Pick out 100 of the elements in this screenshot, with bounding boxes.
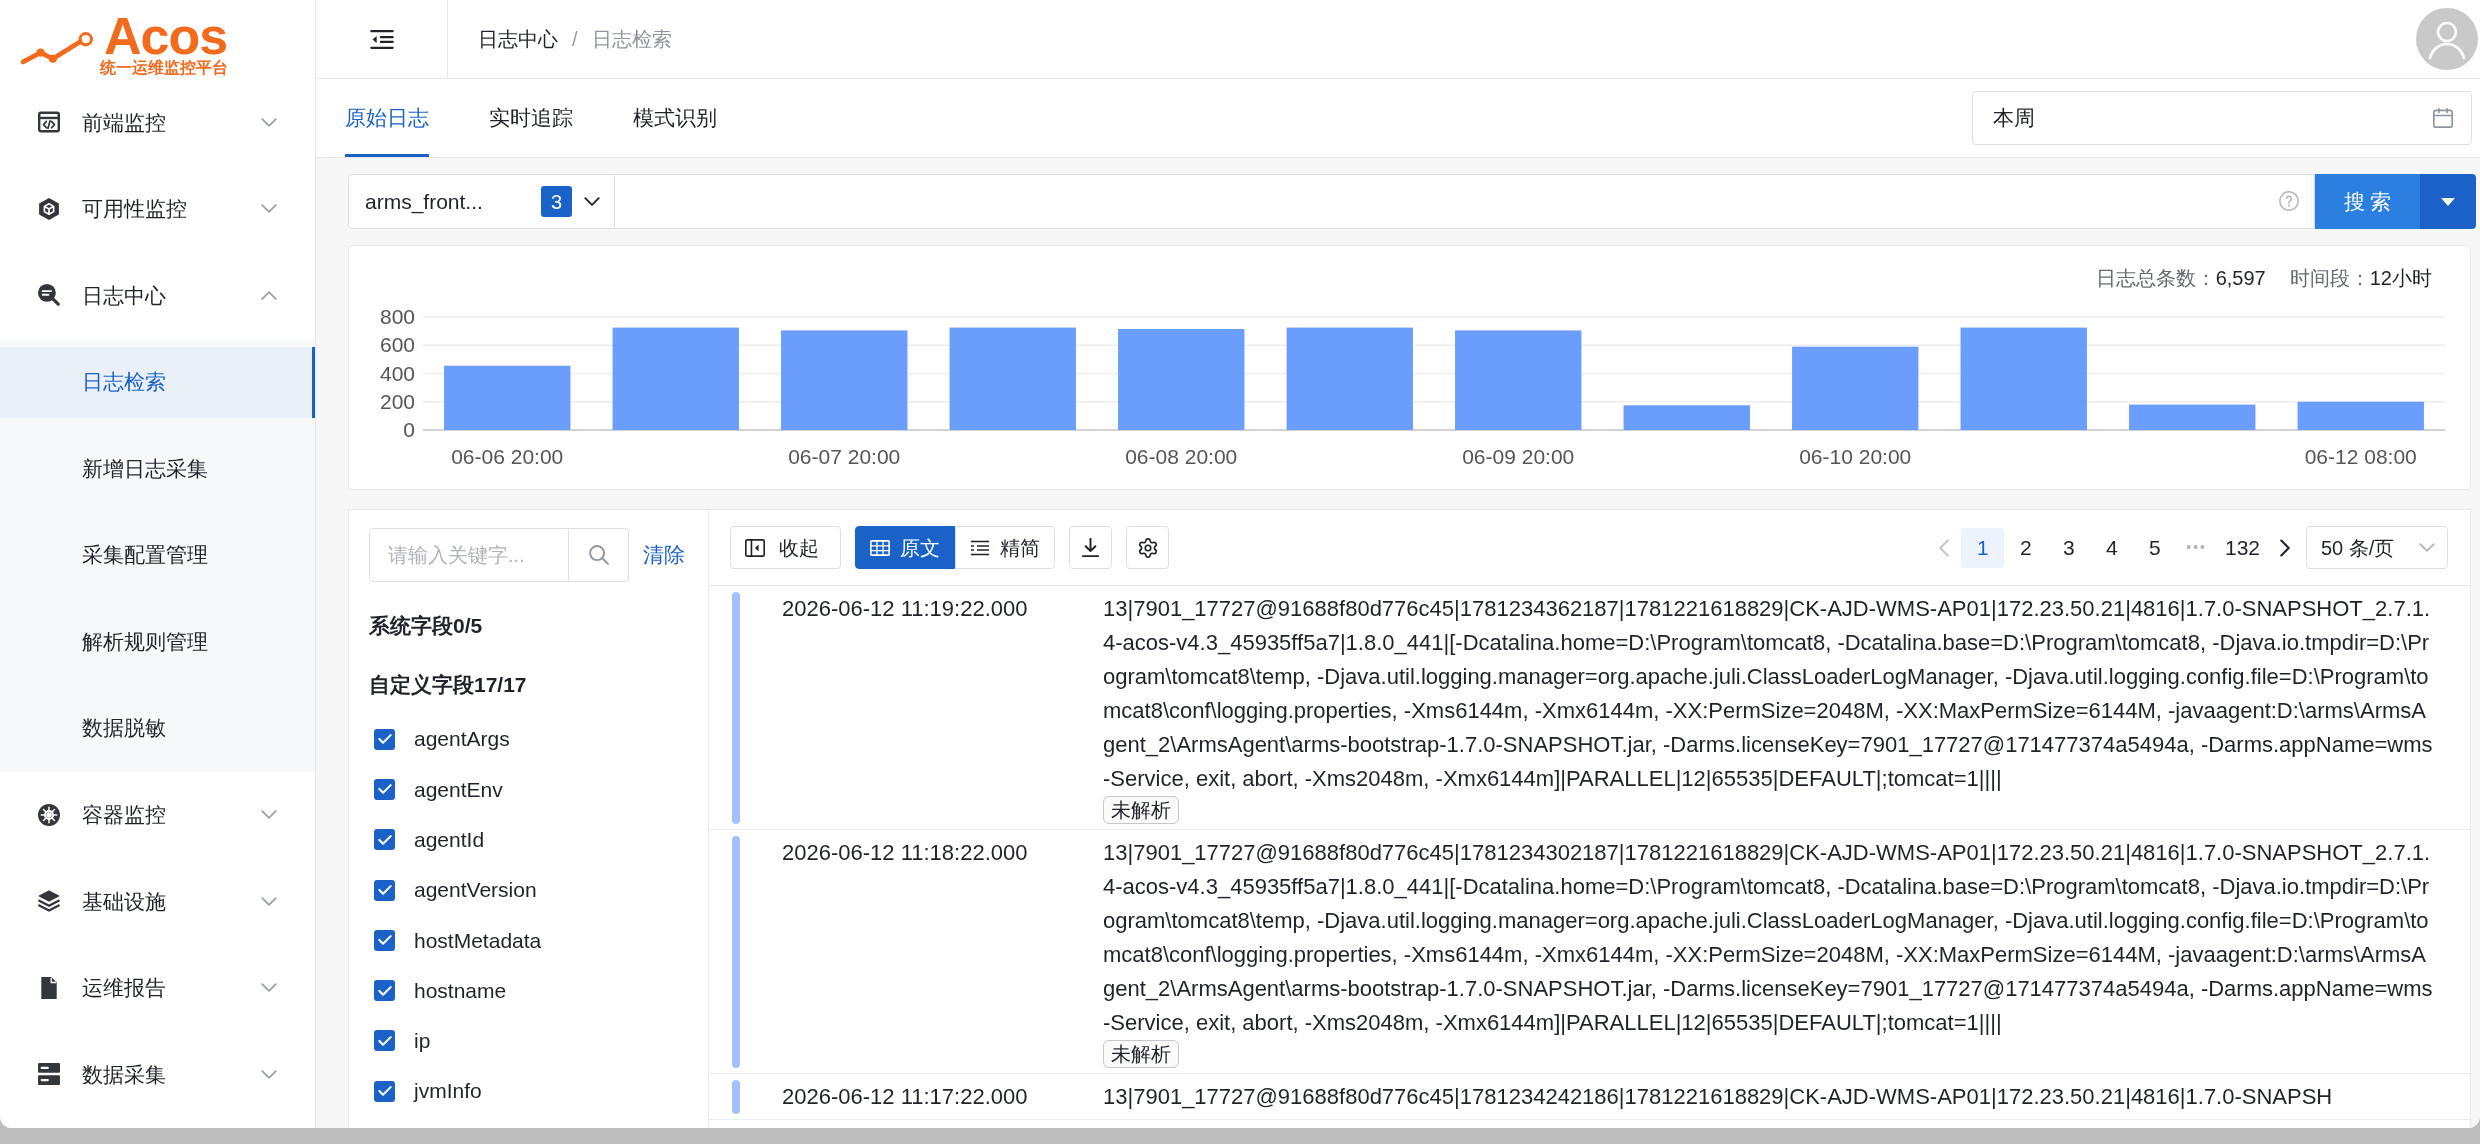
submenu-item[interactable]: 数据脱敏 <box>0 692 315 764</box>
submenu-item[interactable]: 采集配置管理 <box>0 519 315 591</box>
layers-icon <box>38 890 60 913</box>
x-axis-label: 06-07 20:00 <box>788 445 901 468</box>
field-search-input[interactable]: 请输入关键字... <box>369 528 569 582</box>
check-icon <box>377 935 392 946</box>
submenu-item[interactable]: 解析规则管理 <box>0 606 315 677</box>
count-badge: 3 <box>541 186 572 217</box>
breadcrumb-link[interactable]: 日志中心 <box>478 24 558 54</box>
sidebar-item[interactable]: 运维报告 <box>0 944 315 1031</box>
parse-status-tag: 未解析 <box>1103 796 1179 824</box>
y-axis-label: 400 <box>379 361 415 385</box>
page-button[interactable]: 2 <box>2004 527 2048 568</box>
tab[interactable]: 模式识别 <box>633 79 717 157</box>
check-icon <box>377 834 392 845</box>
breadcrumb-separator: / <box>572 27 578 52</box>
collapse-button[interactable]: 收起 <box>730 526 841 569</box>
check-icon <box>377 784 392 795</box>
search-button[interactable]: 搜 索 <box>2315 174 2420 229</box>
settings-button[interactable] <box>1126 526 1169 569</box>
field-label: jvmInfo <box>414 1078 482 1105</box>
field-group-title: 自定义字段17/17 <box>369 672 528 698</box>
menu-fold-icon[interactable] <box>369 29 394 49</box>
page-button[interactable]: 132 <box>2216 527 2268 568</box>
sidebar-item[interactable]: 基础设施 <box>0 858 315 945</box>
stat-label: 日志总条数： <box>2095 266 2216 291</box>
field-label: hostMetadata <box>414 927 542 954</box>
page-button[interactable]: 5 <box>2133 527 2177 568</box>
x-axis-label: 06-08 20:00 <box>1125 445 1238 468</box>
checkbox[interactable] <box>374 1080 395 1102</box>
y-axis-label: 600 <box>379 333 415 357</box>
sidebar-item[interactable]: 容器监控 <box>0 771 315 858</box>
log-row-bar <box>732 1080 740 1114</box>
y-axis-label: 200 <box>379 389 415 413</box>
logo-wordmark: Acos <box>104 14 228 58</box>
x-axis-label: 06-10 20:00 <box>1799 445 1912 468</box>
stat-value: 6,597 <box>2215 266 2266 291</box>
checkbox[interactable] <box>374 778 395 800</box>
checkbox[interactable] <box>374 929 395 951</box>
sidebar-item[interactable]: 可用性监控 <box>0 165 315 252</box>
y-axis-label: 800 <box>379 305 415 328</box>
checkbox[interactable] <box>374 879 395 901</box>
date-range-field[interactable]: 本周 <box>1972 91 2472 145</box>
caret-down-icon <box>2441 197 2455 206</box>
sidebar-item[interactable]: 数据采集 <box>0 1031 315 1118</box>
page-button[interactable]: 1 <box>1961 527 2005 568</box>
sidebar-item[interactable]: 前端监控 <box>0 79 315 166</box>
log-timestamp: 2026-06-12 11:18:22.000 <box>782 839 1029 867</box>
query-input-field[interactable] <box>615 174 2315 229</box>
calendar-icon <box>2433 108 2453 128</box>
page-button[interactable]: 4 <box>2090 527 2134 568</box>
checkbox[interactable] <box>374 1030 395 1052</box>
check-icon <box>377 1035 392 1046</box>
chevron-down-icon <box>2419 543 2435 552</box>
clear-link[interactable]: 清除 <box>643 539 685 571</box>
page-button[interactable]: 3 <box>2047 527 2091 568</box>
breadcrumb-current: 日志检索 <box>591 27 672 52</box>
y-axis-label: 0 <box>403 418 415 441</box>
helm-wheel-icon <box>38 803 60 826</box>
check-icon <box>377 734 392 745</box>
page-size-select[interactable]: 50 条/页 <box>2306 526 2448 569</box>
log-message: 13|7901_17727@91688f80d776c45|1781234362187|1781221618829|CK-AJD-WMS-AP01|172.23.50.21|4816|1.7.0-SNAPSHOT_2.7.1.4-acos-v4.3_45935ff5a7|1.8.0_441|[-Dcatalina.home=D:\Program\tomcat8, -Dcatalina.base=D:\Program\tomcat8, -Djava.io.tmpdir=D:\Program\tomcat8\temp, -Djava.util.logging.manager=org.apache.juli.ClassLoaderLogManager, -Djava.util.logging.config.file=D:\Program\tomcat8\conf\logging.properties, -Xms6144m, -Xmx6144m, -XX:PermSize=2048M, -XX:MaxPermSize=6144M, -javaagent:D:\arms\ArmsAgent_2\ArmsAgent\arms-bootstrap-1.7.0-SNAPSHOT.jar, -Darms.licenseKey=7901_17727@171477374a5494a, -Darms.appName=wms-Service, exit, abort, -Xms2048m, -Xmx6144m]|PARALLEL|12|65535|DEFAULT|;tomcat=1|||| <box>1103 595 2434 793</box>
parse-status-tag: 未解析 <box>1103 1040 1179 1068</box>
submenu-item[interactable]: 新增日志采集 <box>0 433 315 504</box>
check-icon <box>377 885 392 896</box>
code-window-icon <box>38 111 60 134</box>
checkbox[interactable] <box>374 980 395 1002</box>
trend-line-icon <box>20 32 94 67</box>
field-search-button[interactable] <box>569 528 629 582</box>
tab[interactable]: 实时追踪 <box>489 79 573 157</box>
download-icon <box>1082 538 1099 557</box>
source-select[interactable]: arms_front... 3 <box>348 174 615 229</box>
stat-label: 时间段： <box>2289 266 2370 291</box>
list-icon <box>970 539 990 556</box>
document-icon <box>38 976 60 999</box>
field-label: agentVersion <box>414 877 537 904</box>
chevron-down-icon <box>584 197 600 206</box>
sidebar-collapse-icon <box>745 538 765 557</box>
field-label: hostname <box>414 977 507 1004</box>
log-timestamp: 2026-06-12 11:17:22.000 <box>782 1083 1029 1111</box>
field-label: agentId <box>414 827 485 853</box>
x-axis-label: 06-06 20:00 <box>451 445 564 468</box>
chevron-right-icon[interactable] <box>2280 538 2290 557</box>
view-mode-button[interactable]: 原文 <box>855 526 955 569</box>
hexagon-icon <box>38 197 60 220</box>
download-button[interactable] <box>1069 526 1112 569</box>
submenu-item[interactable]: 日志检索 <box>0 346 315 418</box>
x-axis-label: 06-12 08:00 <box>2304 445 2417 468</box>
x-axis-label: 06-09 20:00 <box>1462 445 1575 468</box>
server-icon <box>38 1063 60 1086</box>
log-message: 13|7901_17727@91688f80d776c45|1781234302187|1781221618829|CK-AJD-WMS-AP01|172.23.50.21|4816|1.7.0-SNAPSHOT_2.7.1.4-acos-v4.3_45935ff5a7|1.8.0_441|[-Dcatalina.home=D:\Program\tomcat8, -Dcatalina.base=D:\Program\tomcat8, -Djava.io.tmpdir=D:\Program\tomcat8\temp, -Djava.util.logging.manager=org.apache.juli.ClassLoaderLogManager, -Djava.util.logging.config.file=D:\Program\tomcat8\conf\logging.properties, -Xms6144m, -Xmx6144m, -XX:PermSize=2048M, -XX:MaxPermSize=6144M, -javaagent:D:\arms\ArmsAgent_2\ArmsAgent\arms-bootstrap-1.7.0-SNAPSHOT.jar, -Darms.licenseKey=7901_17727@171477374a5494a, -Darms.appName=wms-Service, exit, abort, -Xms2048m, -Xmx6144m]|PARALLEL|12|65535|DEFAULT|;tomcat=1|||| <box>1103 839 2434 1037</box>
view-mode-button[interactable]: 精简 <box>955 526 1055 569</box>
logo-tagline: 统一运维监控平台 <box>100 58 228 77</box>
checkbox[interactable] <box>374 829 395 851</box>
checkbox[interactable] <box>374 728 395 750</box>
sidebar-item[interactable]: 日志中心 <box>0 252 315 339</box>
search-icon <box>588 545 609 565</box>
field-label: ip <box>414 1028 431 1055</box>
field-group-title: 系统字段0/5 <box>369 613 484 639</box>
field-label: agentArgs <box>414 726 510 753</box>
